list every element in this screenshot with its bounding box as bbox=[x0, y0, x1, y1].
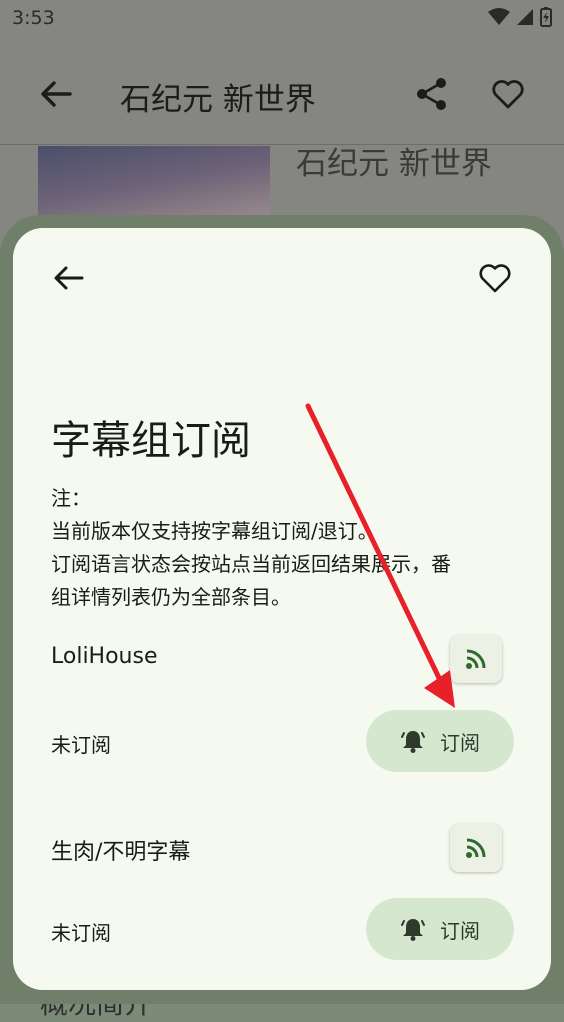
status-time: 3:53 bbox=[12, 7, 55, 29]
group-name-raw: 生肉/不明字幕 bbox=[51, 840, 191, 865]
dialog-note: 注： 当前版本仅支持按字幕组订阅/退订。 订阅语言状态会按站点当前返回结果展示，… bbox=[51, 482, 521, 614]
bell-icon bbox=[401, 919, 425, 941]
heart-outline-icon bbox=[479, 264, 511, 293]
favorite-button[interactable] bbox=[490, 76, 526, 116]
heart-outline-icon bbox=[492, 80, 524, 109]
rss-button-lolihouse[interactable] bbox=[450, 635, 502, 683]
app-bar: 石纪元 新世界 bbox=[0, 40, 564, 144]
note-line: 订阅语言状态会按站点当前返回结果展示，番 bbox=[51, 552, 451, 576]
background-anime-title: 石纪元 新世界 bbox=[296, 146, 492, 182]
note-line: 注： bbox=[51, 486, 91, 510]
share-button[interactable] bbox=[414, 76, 450, 116]
dialog-favorite-button[interactable] bbox=[477, 260, 513, 300]
subtitle-group-subscribe-dialog: 字幕组订阅 注： 当前版本仅支持按字幕组订阅/退订。 订阅语言状态会按站点当前返… bbox=[13, 228, 551, 990]
subscribe-button-raw[interactable]: 订阅 bbox=[366, 898, 514, 960]
bell-icon bbox=[401, 731, 425, 753]
subscribe-button-label: 订阅 bbox=[440, 730, 480, 755]
arrow-back-icon bbox=[54, 266, 84, 290]
rss-button-raw[interactable] bbox=[450, 824, 502, 872]
share-icon bbox=[417, 78, 446, 110]
subscribe-button-lolihouse[interactable]: 订阅 bbox=[366, 710, 514, 772]
rss-icon bbox=[466, 649, 486, 669]
status-bar: 3:53 bbox=[0, 0, 564, 40]
back-button[interactable] bbox=[36, 74, 76, 118]
arrow-back-icon bbox=[41, 81, 72, 107]
dialog-title: 字幕组订阅 bbox=[51, 418, 251, 464]
app-bar-title: 石纪元 新世界 bbox=[120, 82, 316, 118]
subscription-status-lolihouse: 未订阅 bbox=[51, 733, 111, 757]
note-line: 当前版本仅支持按字幕组订阅/退订。 bbox=[51, 519, 378, 543]
subscribe-button-label: 订阅 bbox=[440, 918, 480, 943]
status-icons bbox=[488, 7, 552, 27]
wifi-icon bbox=[488, 8, 510, 25]
group-name-lolihouse: LoliHouse bbox=[51, 644, 158, 669]
note-line: 组详情列表仍为全部条目。 bbox=[51, 585, 291, 609]
rss-icon bbox=[466, 838, 486, 858]
dialog-back-button[interactable] bbox=[51, 260, 87, 300]
battery-icon bbox=[540, 7, 552, 27]
signal-icon bbox=[517, 9, 533, 25]
subscription-status-raw: 未订阅 bbox=[51, 921, 111, 945]
